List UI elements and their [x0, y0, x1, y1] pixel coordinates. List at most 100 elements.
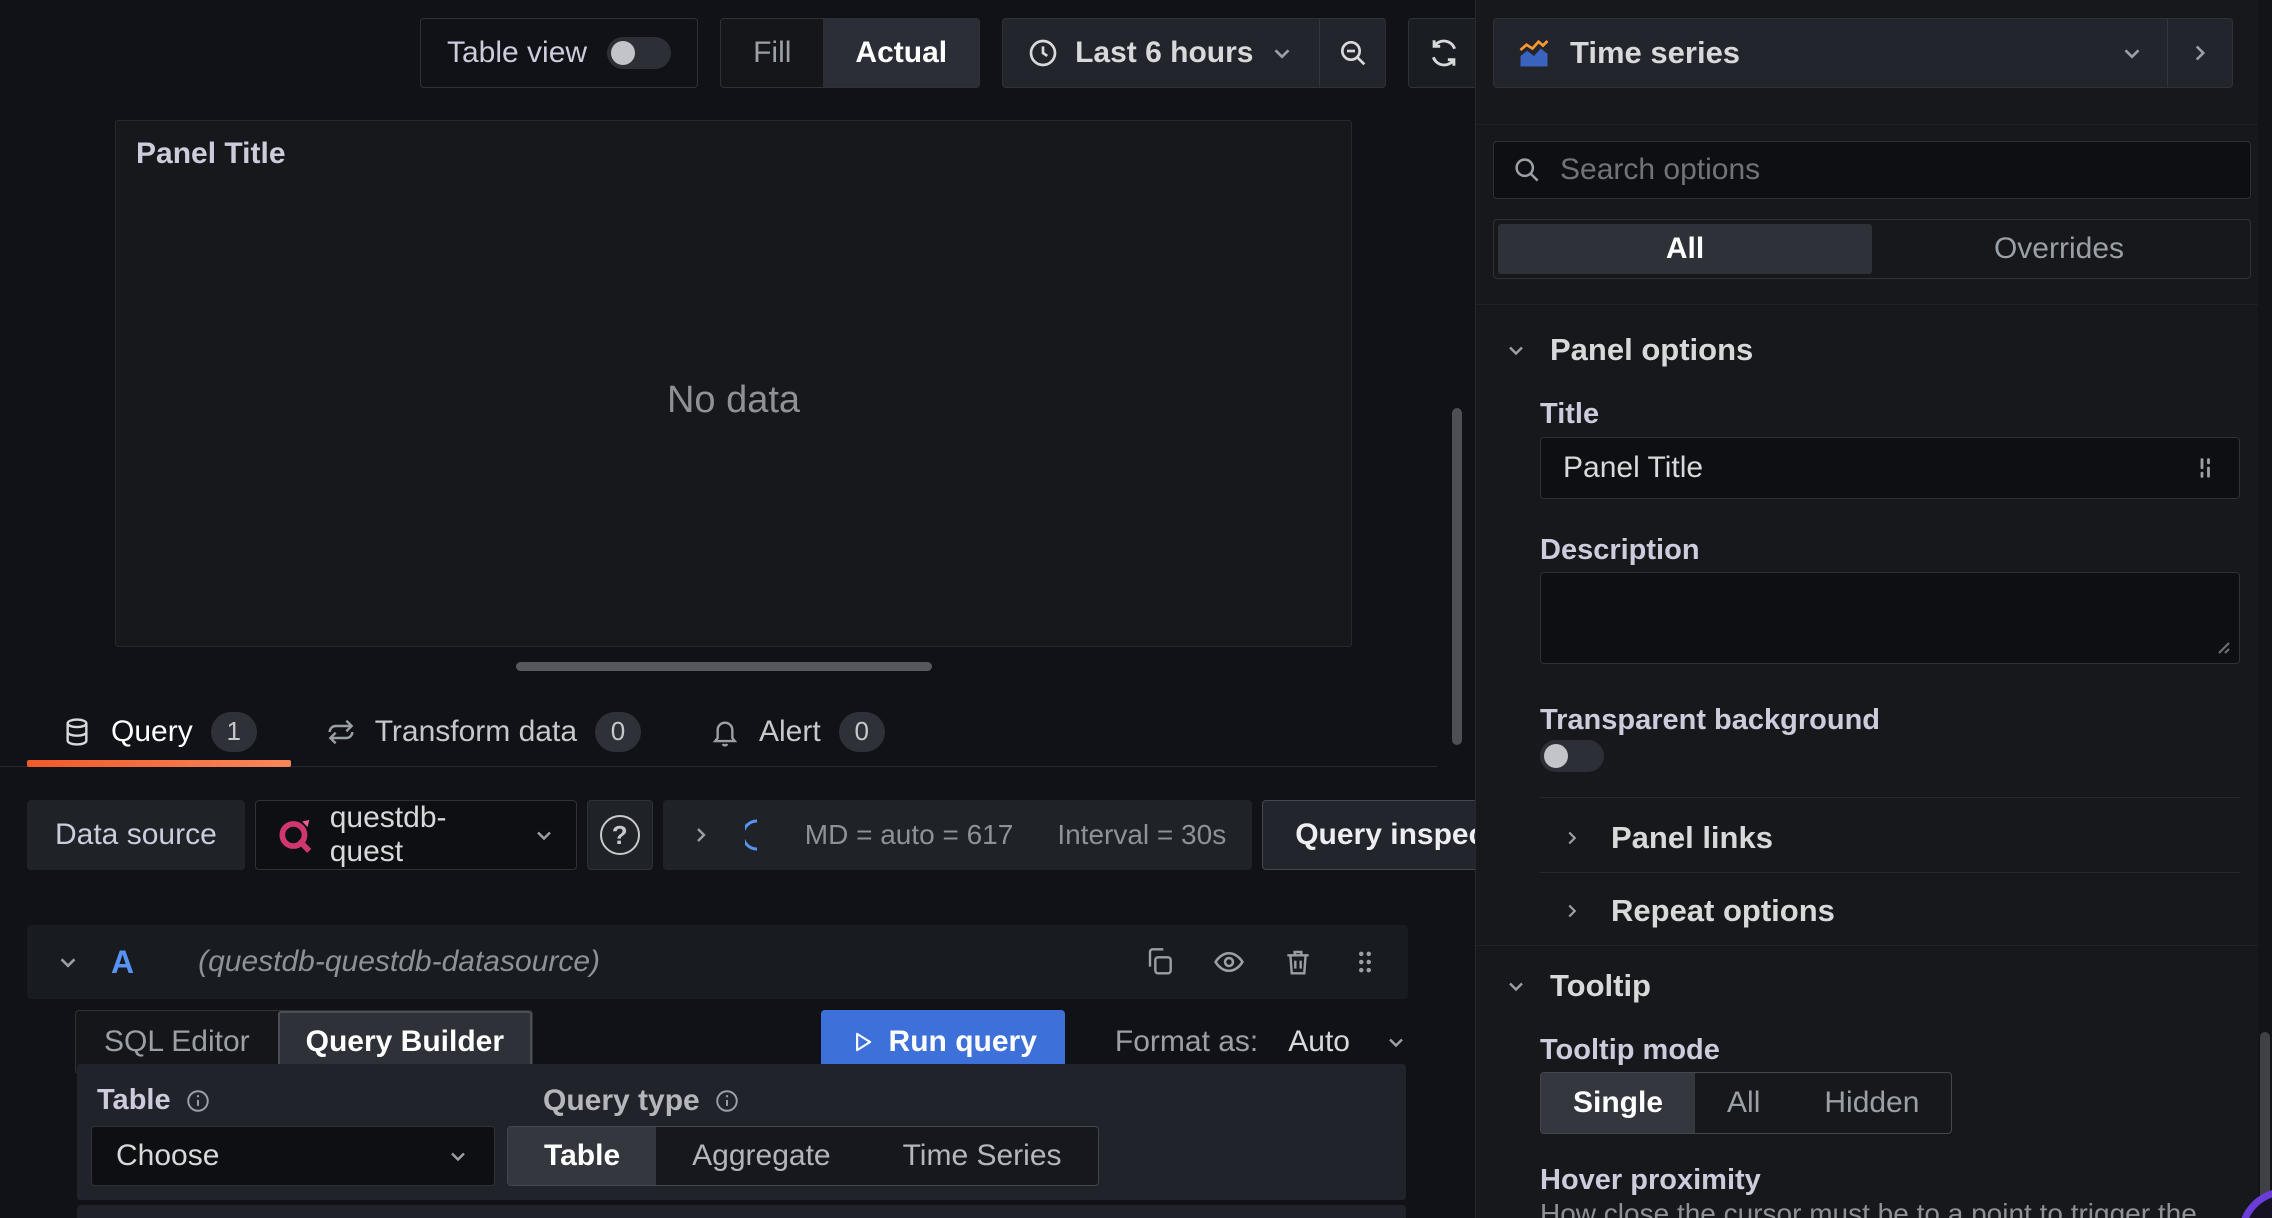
collapse-chevron-icon — [55, 949, 81, 975]
transparent-bg-label: Transparent background — [1540, 704, 1881, 736]
divider — [1540, 872, 2240, 873]
chevron-right-icon — [2187, 40, 2213, 66]
query-type-field-label: Query type — [507, 1084, 776, 1118]
query-type-label-text: Query type — [543, 1084, 700, 1117]
format-as-value: Auto — [1288, 1025, 1350, 1058]
variable-suggestion-icon[interactable] — [2193, 455, 2219, 481]
tab-alert-label: Alert — [759, 714, 821, 748]
chevron-down-icon — [2119, 40, 2145, 66]
zoom-out-icon — [1337, 37, 1369, 69]
description-textarea[interactable] — [1540, 572, 2240, 664]
resize-handle-icon[interactable] — [2213, 637, 2231, 655]
query-type-table[interactable]: Table — [508, 1127, 657, 1185]
sidebar-scrollbar-track[interactable] — [2258, 0, 2272, 1218]
chevron-down-icon — [1504, 338, 1528, 362]
drag-handle-icon[interactable] — [1350, 947, 1380, 977]
viz-suggestions-button[interactable] — [2168, 19, 2232, 87]
panel-title-input-wrap — [1540, 437, 2240, 499]
refresh-button[interactable] — [1408, 18, 1481, 88]
panel-horizontal-scrollbar[interactable] — [516, 662, 932, 671]
time-range-button[interactable]: Last 6 hours — [1003, 19, 1319, 87]
tooltip-mode-all[interactable]: All — [1695, 1073, 1792, 1133]
hover-proximity-label: Hover proximity — [1540, 1164, 1761, 1196]
tooltip-mode-hidden[interactable]: Hidden — [1792, 1073, 1951, 1133]
transparent-bg-switch[interactable] — [1540, 740, 1604, 772]
tab-alert[interactable]: Alert 0 — [675, 697, 919, 766]
zoom-out-time-button[interactable] — [1319, 19, 1385, 87]
display-mode-fill[interactable]: Fill — [721, 19, 823, 87]
options-filter-tabs: All Overrides — [1493, 219, 2251, 279]
table-view-toggle-group[interactable]: Table view — [420, 18, 699, 88]
panel-preview-title: Panel Title — [136, 137, 286, 170]
display-mode-group: Fill Actual — [720, 18, 981, 88]
refresh-icon — [1427, 36, 1461, 70]
query-row-header[interactable]: A (questdb-questdb-datasource) — [27, 925, 1408, 999]
datasource-help-button[interactable]: ? — [586, 800, 653, 870]
datasource-picker[interactable]: questdb-quest — [254, 800, 577, 870]
max-data-points-text: MD = auto = 617 — [804, 819, 1014, 850]
main-vertical-scrollbar[interactable] — [1452, 408, 1462, 745]
help-icon: ? — [599, 815, 640, 855]
table-select-value: Choose — [116, 1139, 220, 1172]
title-field-label: Title — [1540, 398, 1600, 430]
chevron-down-icon — [1269, 40, 1295, 66]
query-type-time-series[interactable]: Time Series — [867, 1127, 1098, 1185]
duplicate-icon[interactable] — [1144, 946, 1176, 978]
datasource-name: questdb-quest — [329, 801, 447, 868]
display-mode-actual[interactable]: Actual — [823, 19, 980, 87]
chevron-right-icon — [1561, 827, 1583, 849]
format-as-control[interactable]: Format as: Auto — [1115, 1025, 1408, 1059]
tab-query[interactable]: Query 1 — [27, 697, 291, 767]
repeat-options-row[interactable]: Repeat options — [1561, 893, 1835, 929]
tooltip-mode-single[interactable]: Single — [1541, 1073, 1696, 1133]
panel-links-label: Panel links — [1611, 820, 1773, 855]
bell-icon — [709, 716, 741, 748]
divider — [1540, 797, 2240, 798]
info-icon[interactable] — [185, 1088, 211, 1114]
query-type-group: Table Aggregate Time Series — [507, 1126, 1099, 1186]
time-range-label: Last 6 hours — [1075, 36, 1254, 69]
repeat-options-label: Repeat options — [1611, 893, 1835, 928]
visualization-picker[interactable]: Time series — [1493, 18, 2233, 88]
table-field-label-text: Table — [97, 1084, 171, 1116]
time-range-picker: Last 6 hours — [1002, 18, 1387, 88]
search-icon — [1512, 155, 1542, 185]
no-data-message: No data — [666, 379, 801, 421]
tab-query-count: 1 — [210, 711, 257, 752]
panel-title-input[interactable] — [1561, 450, 2193, 486]
filter-tab-all[interactable]: All — [1498, 224, 1872, 274]
hover-proximity-description: How close the cursor must be to a point … — [1540, 1198, 2197, 1218]
panel-options-section-header[interactable]: Panel options — [1504, 332, 1753, 368]
divider — [1476, 945, 2272, 946]
delete-trash-icon[interactable] — [1282, 946, 1314, 978]
query-options-summary[interactable]: MD = auto = 617 Interval = 30s — [662, 800, 1253, 870]
query-type-aggregate[interactable]: Aggregate — [656, 1127, 866, 1185]
panel-preview: Panel Title No data — [115, 120, 1352, 647]
play-icon — [849, 1029, 875, 1055]
tab-alert-count: 0 — [838, 711, 885, 752]
tooltip-mode-label: Tooltip mode — [1540, 1034, 1720, 1066]
options-search[interactable] — [1493, 141, 2251, 199]
panel-links-row[interactable]: Panel links — [1561, 820, 1773, 856]
tooltip-section-header[interactable]: Tooltip — [1504, 968, 1651, 1004]
tab-query-label: Query — [111, 714, 193, 748]
options-sidebar: Time series All Overrides — [1475, 0, 2272, 1218]
chevron-down-icon — [1384, 1030, 1408, 1054]
tab-transform-data[interactable]: Transform data 0 — [291, 697, 675, 766]
options-search-input[interactable] — [1558, 152, 2232, 188]
hide-response-eye-icon[interactable] — [1212, 945, 1246, 979]
panel-options-heading: Panel options — [1550, 332, 1754, 367]
divider — [1476, 304, 2272, 305]
datasource-row: Data source questdb-quest ? MD = auto = … — [27, 800, 1559, 870]
query-ref-id: A — [111, 943, 135, 980]
query-row-actions — [1144, 945, 1380, 979]
clock-icon — [1027, 37, 1059, 69]
interval-text: Interval = 30s — [1057, 819, 1227, 850]
table-view-switch[interactable] — [607, 37, 672, 69]
time-series-viz-icon — [1516, 35, 1552, 71]
filter-tab-overrides[interactable]: Overrides — [1872, 224, 2246, 274]
info-icon[interactable] — [714, 1088, 740, 1114]
table-select[interactable]: Choose — [91, 1126, 495, 1186]
next-builder-row-partial — [77, 1205, 1406, 1218]
datasource-label: Data source — [27, 800, 245, 870]
